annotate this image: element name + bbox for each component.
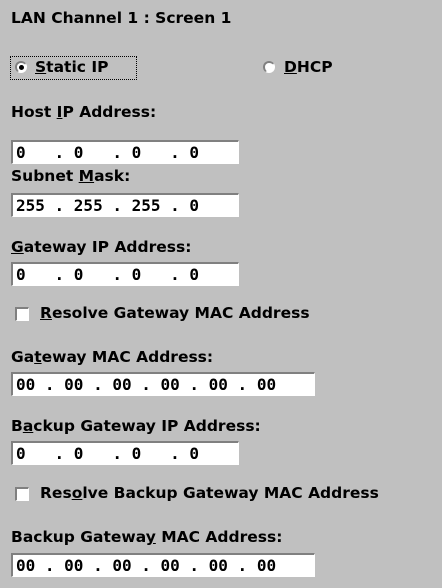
resolve-backup-gateway-mac-label[interactable]: Resolve Backup Gateway MAC Address [40, 483, 379, 503]
backup-gateway-ip-label: Backup Gateway IP Address: [11, 417, 261, 435]
gateway-mac-input[interactable]: 00 . 00 . 00 . 00 . 00 . 00 [11, 372, 315, 396]
backup-gateway-ip-value: 0 . 0 . 0 . 0 [16, 444, 200, 463]
gateway-ip-value: 0 . 0 . 0 . 0 [16, 265, 200, 284]
gateway-ip-label: Gateway IP Address: [11, 238, 192, 256]
dhcp-label[interactable]: DHCP [284, 57, 333, 77]
backup-gateway-mac-label: Backup Gateway MAC Address: [11, 528, 283, 546]
radio-selected-dot [19, 65, 24, 70]
gateway-ip-input[interactable]: 0 . 0 . 0 . 0 [11, 262, 239, 286]
resolve-gateway-mac-checkbox[interactable] [15, 307, 29, 321]
static-ip-label[interactable]: Static IP [35, 57, 108, 77]
host-ip-input[interactable]: 0 . 0 . 0 . 0 [11, 140, 239, 164]
lan-channel-panel: LAN Channel 1 : Screen 1 Static IP DHCP … [0, 0, 442, 588]
host-ip-value: 0 . 0 . 0 . 0 [16, 143, 200, 162]
gateway-mac-label: Gateway MAC Address: [11, 348, 214, 366]
static-ip-radio[interactable] [15, 61, 27, 73]
resolve-backup-gateway-mac-checkbox[interactable] [15, 487, 29, 501]
subnet-mask-value: 255 . 255 . 255 . 0 [16, 196, 200, 215]
dhcp-radio[interactable] [263, 61, 275, 73]
backup-gateway-mac-value: 00 . 00 . 00 . 00 . 00 . 00 [16, 556, 277, 575]
host-ip-label: Host IP Address: [11, 103, 157, 121]
backup-gateway-ip-input[interactable]: 0 . 0 . 0 . 0 [11, 441, 239, 465]
resolve-gateway-mac-label[interactable]: Resolve Gateway MAC Address [40, 303, 310, 323]
subnet-mask-input[interactable]: 255 . 255 . 255 . 0 [11, 193, 239, 217]
backup-gateway-mac-input[interactable]: 00 . 00 . 00 . 00 . 00 . 00 [11, 553, 315, 577]
window-title: LAN Channel 1 : Screen 1 [11, 9, 232, 27]
subnet-mask-label: Subnet Mask: [11, 167, 131, 185]
gateway-mac-value: 00 . 00 . 00 . 00 . 00 . 00 [16, 375, 277, 394]
